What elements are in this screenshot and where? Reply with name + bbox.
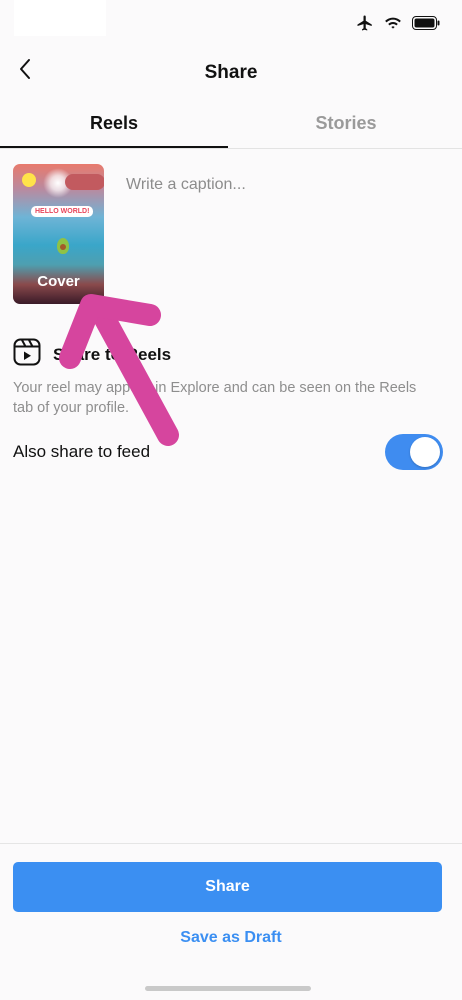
share-to-reels-row: Share to Reels [13,338,171,371]
page-title: Share [204,62,258,83]
airplane-icon [356,14,374,37]
sun-emoji-sticker [22,173,36,187]
header: Share [0,46,462,98]
hello-world-sticker: HELLO WORLD! [31,206,94,217]
also-share-to-feed-row: Also share to feed [13,432,443,472]
share-to-reels-title: Share to Reels [53,344,172,364]
home-indicator [145,986,311,991]
battery-icon [412,16,440,35]
cover-thumbnail[interactable]: HELLO WORLD! Cover [13,164,104,304]
bottom-divider [0,843,462,844]
avocado-sticker [57,238,69,254]
tab-bar: Reels Stories [0,100,462,149]
tab-reels[interactable]: Reels [0,100,228,148]
wifi-icon [384,16,402,35]
status-bar-blank-area [14,0,106,36]
status-icons [356,14,440,37]
tab-stories[interactable]: Stories [230,100,462,146]
share-button[interactable]: Share [13,862,442,912]
caption-input[interactable]: Write a caption... [126,176,246,194]
toggle-knob [410,437,440,467]
reels-icon [13,338,41,371]
also-share-to-feed-label: Also share to feed [13,442,151,461]
annotation-arrow [59,294,179,446]
cover-label: Cover [37,273,80,290]
hand-image [65,174,104,190]
status-bar [0,0,462,46]
also-share-to-feed-toggle[interactable] [385,434,443,470]
share-to-reels-description: Your reel may appear in Explore and can … [13,380,417,416]
save-as-draft-button[interactable]: Save as Draft [0,929,462,947]
